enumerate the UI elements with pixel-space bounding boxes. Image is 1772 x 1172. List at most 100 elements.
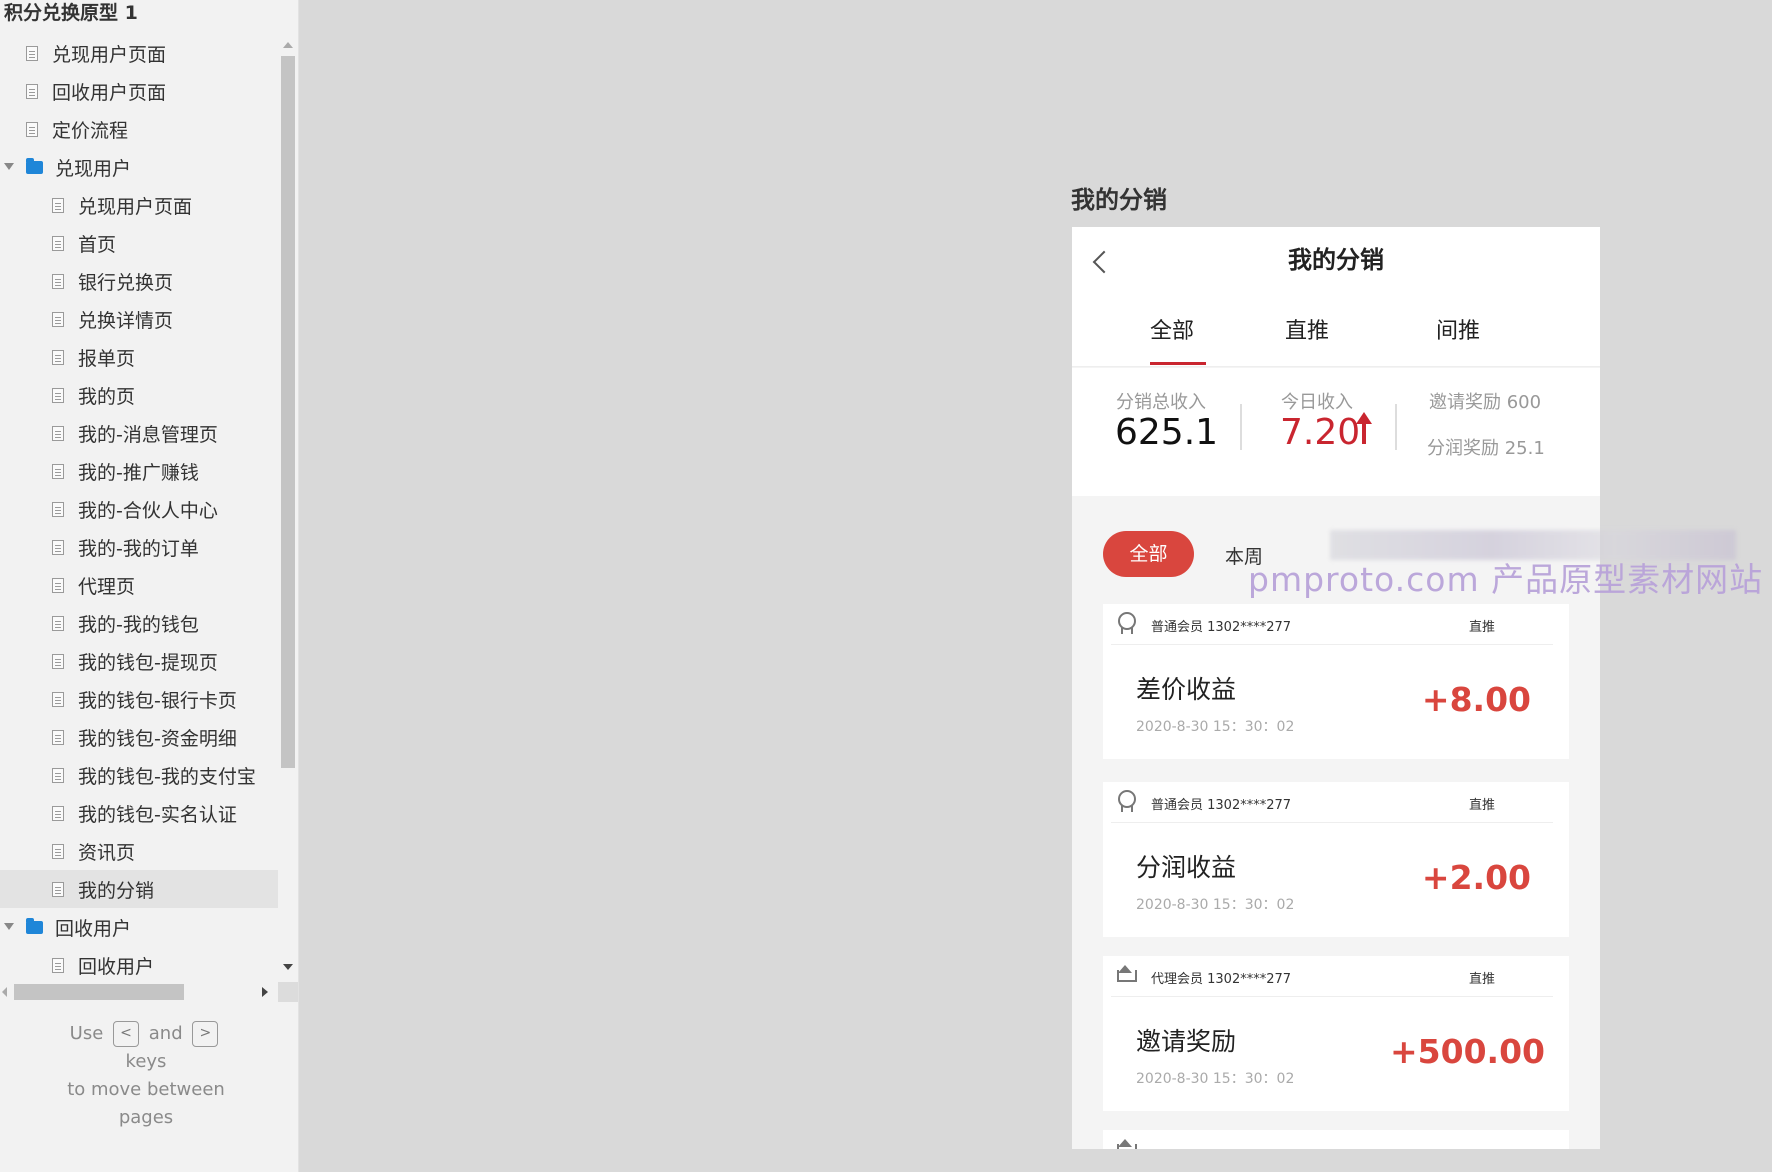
page-icon [52,615,64,631]
folder-icon [26,157,43,174]
tab-direct[interactable]: 直推 [1257,307,1357,367]
tree-item-exchange-detail[interactable]: 兑换详情页 [0,300,278,338]
tree-item-cash-user-page[interactable]: 兑现用户页面 [0,34,278,72]
tree-item-recycle-user[interactable]: 回收用户 [0,946,278,982]
tree-vertical-scrollbar[interactable] [278,34,298,982]
tab-indirect[interactable]: 间推 [1408,307,1508,367]
tree-item-messages[interactable]: 我的-消息管理页 [0,414,278,452]
tree-item-my-page[interactable]: 我的页 [0,376,278,414]
tree-item-agent[interactable]: 代理页 [0,566,278,604]
up-arrow-icon [1355,412,1373,446]
income-record-card[interactable]: 普通会员 1302****277 直推 分润收益 2020-8-30 15：30… [1103,782,1569,937]
invite-reward-text: 邀请奖励 600 [1429,392,1542,413]
page-icon [52,425,64,441]
next-key-icon: > [192,1021,219,1047]
folder-icon [26,917,43,934]
total-income-label: 分销总收入 [1116,392,1206,413]
tree-folder-recycle-user[interactable]: 回收用户 [0,908,278,946]
page-icon [52,349,64,365]
caret-down-icon[interactable] [4,923,14,930]
record-time: 2020-8-30 15：30：02 [1136,719,1295,735]
page-icon [52,653,64,669]
project-title: 积分兑换原型 1 [4,2,138,24]
tree-item-recycle-user-page[interactable]: 回收用户页面 [0,72,278,110]
page-icon [52,197,64,213]
tree-item-report[interactable]: 报单页 [0,338,278,376]
tree-item-real-name[interactable]: 我的钱包-实名认证 [0,794,278,832]
income-record-card[interactable]: 代理会员 1302****277 直推 邀请奖励 2020-8-30 15：30… [1103,956,1569,1111]
record-title: 分润收益 [1136,853,1237,882]
caret-down-icon[interactable] [4,163,14,170]
record-time: 2020-8-30 15：30：02 [1136,897,1295,913]
tree-item-cash-user-page-2[interactable]: 兑现用户页面 [0,186,278,224]
scroll-right-arrow-icon[interactable] [262,987,268,997]
page-icon [52,843,64,859]
total-income-value: 625.1 [1115,412,1219,453]
tree-item-pricing-flow[interactable]: 定价流程 [0,110,278,148]
tree-item-my-orders[interactable]: 我的-我的订单 [0,528,278,566]
phone-mockup: 我的分销 全部 直推 间推 分销总收入 625.1 今日收入 7.20 邀请奖励… [1072,227,1600,1149]
tab-bar: 全部 直推 间推 [1072,307,1600,367]
tree-item-partner-center[interactable]: 我的-合伙人中心 [0,490,278,528]
income-record-card-partial[interactable] [1103,1130,1569,1149]
tree-item-my-distribution[interactable]: 我的分销 [0,870,278,908]
record-amount: +500.00 [1390,1032,1545,1071]
scroll-down-arrow-icon[interactable] [283,964,293,970]
record-amount: +8.00 [1421,680,1531,719]
tab-all[interactable]: 全部 [1122,307,1222,367]
page-icon [52,463,64,479]
page-icon [52,767,64,783]
sitemap-sidebar: 积分兑换原型 1 兑现用户页面 回收用户页面 定价流程 兑现用户 兑现用户页面 … [0,0,299,1172]
member-info: 普通会员 1302****277 [1151,798,1292,813]
tree-item-fund-detail[interactable]: 我的钱包-资金明细 [0,718,278,756]
page-tree: 兑现用户页面 回收用户页面 定价流程 兑现用户 兑现用户页面 首页 银行兑换页 … [0,34,278,982]
tree-horizontal-scrollbar[interactable] [0,982,278,1002]
page-icon [52,539,64,555]
crown-icon [1115,1138,1137,1149]
scroll-up-arrow-icon[interactable] [283,42,293,48]
tree-folder-cash-user[interactable]: 兑现用户 [0,148,278,186]
page-icon [52,387,64,403]
member-info: 代理会员 1302****277 [1151,972,1292,987]
page-icon [52,881,64,897]
card-divider [1111,822,1553,823]
tree-item-alipay[interactable]: 我的钱包-我的支付宝 [0,756,278,794]
page-icon [52,235,64,251]
filter-all-button[interactable]: 全部 [1103,531,1194,577]
income-summary: 分销总收入 625.1 今日收入 7.20 邀请奖励 600 分润奖励 25.1 [1072,368,1600,496]
scrollbar-corner [278,982,298,1002]
share-reward-text: 分润奖励 25.1 [1427,438,1545,459]
page-icon [52,577,64,593]
record-type: 直推 [1469,798,1496,813]
page-icon [26,83,38,99]
prev-key-icon: < [113,1021,140,1047]
today-income-label: 今日收入 [1281,392,1353,413]
scroll-thumb[interactable] [14,984,184,1000]
nav-bar: 我的分销 [1072,227,1600,307]
page-icon [52,501,64,517]
tree-item-promote[interactable]: 我的-推广赚钱 [0,452,278,490]
record-type: 直推 [1469,620,1496,635]
page-icon [52,311,64,327]
tree-item-bank-card[interactable]: 我的钱包-银行卡页 [0,680,278,718]
crown-icon [1115,964,1137,988]
tree-item-bank-exchange[interactable]: 银行兑换页 [0,262,278,300]
nav-title: 我的分销 [1288,246,1384,274]
tree-item-home[interactable]: 首页 [0,224,278,262]
card-divider [1111,644,1553,645]
income-record-card[interactable]: 普通会员 1302****277 直推 差价收益 2020-8-30 15：30… [1103,604,1569,759]
tree-item-news[interactable]: 资讯页 [0,832,278,870]
today-income-value: 7.20 [1280,412,1361,453]
scroll-left-arrow-icon[interactable] [2,987,7,997]
tree-item-my-wallet[interactable]: 我的-我的钱包 [0,604,278,642]
record-type: 直推 [1469,972,1496,987]
medal-icon [1115,612,1137,636]
page-icon [52,957,64,973]
stats-divider [1395,404,1397,450]
tree-item-withdraw[interactable]: 我的钱包-提现页 [0,642,278,680]
scroll-thumb[interactable] [281,56,295,768]
page-icon [52,805,64,821]
card-divider [1111,996,1553,997]
page-icon [52,273,64,289]
stats-divider [1240,404,1242,450]
